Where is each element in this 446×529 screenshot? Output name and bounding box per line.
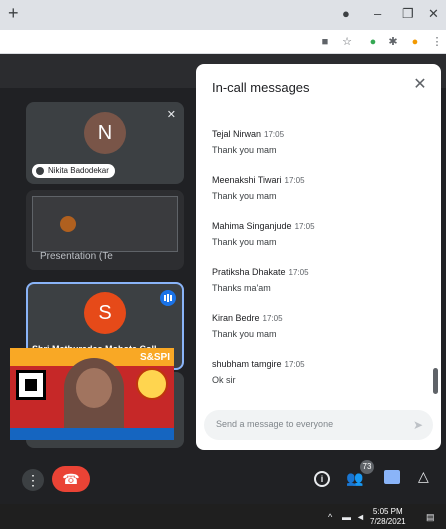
avatar: S [84, 292, 126, 334]
message-text: Thanks ma'am [212, 283, 271, 293]
more-options-button[interactable]: ⋮ [22, 469, 44, 491]
message-sender: Kiran Bedre [212, 313, 260, 323]
message-time: 17:05 [262, 314, 283, 323]
participant-name-chip: Nikita Badodekar [32, 164, 115, 178]
close-icon[interactable]: ✕ [411, 76, 429, 94]
participant-name: Nikita Badodekar [48, 166, 109, 175]
message-sender: shubham tamgire [212, 359, 282, 369]
presentation-preview [32, 196, 178, 252]
close-window-icon[interactable]: ✕ [428, 6, 439, 22]
message-time: 17:05 [264, 130, 285, 139]
message-text: Thank you mam [212, 237, 277, 247]
message-time: 17:05 [284, 176, 305, 185]
browser-tabstrip: + ● – ❐ ✕ [0, 0, 446, 30]
record-icon[interactable]: ● [342, 6, 350, 21]
taskbar-date: 7/28/2021 [370, 517, 406, 526]
poster-text: S&SPI [139, 352, 170, 363]
message-text: Ok sir [212, 375, 236, 385]
message-text: Thank you mam [212, 145, 277, 155]
chat-message: Kiran Bedre 17:05 Thank you mam [212, 308, 412, 339]
chat-icon[interactable] [384, 470, 400, 484]
windows-taskbar: ^ ▬ ◄ 5:05 PM 7/28/2021 ▤ [0, 504, 446, 529]
presentation-tile[interactable]: Presentation (Te [26, 190, 184, 270]
message-sender: Mahima Singanjude [212, 221, 292, 231]
message-time: 17:05 [294, 222, 315, 231]
puzzle-icon[interactable]: ✱ [386, 35, 400, 49]
participant-count-badge: 73 [360, 460, 374, 474]
message-time: 17:05 [284, 360, 305, 369]
chat-panel: In-call messages ✕ Tejal Nirwan 17:05 Tha… [196, 64, 441, 450]
meeting-area: ✕ N Nikita Badodekar Presentation (Te S … [0, 54, 446, 504]
chat-message: Meenakshi Tiwari 17:05 Thank you mam [212, 170, 412, 201]
chat-title: In-call messages [212, 80, 310, 95]
meeting-details-icon[interactable]: i [314, 471, 330, 487]
chat-scrollbar[interactable] [433, 368, 438, 394]
message-sender: Pratiksha Dhakate [212, 267, 286, 277]
browser-toolbar: ■ ☆ ● ✱ ● ⋮ [0, 30, 446, 54]
poster-footer [10, 428, 174, 440]
network-icon[interactable]: ▬ [342, 512, 351, 522]
taskbar-time: 5:05 PM [372, 507, 403, 516]
message-text: Thank you mam [212, 329, 277, 339]
chat-message: Pratiksha Dhakate 17:05 Thanks ma'am [212, 262, 412, 293]
message-time: 17:05 [288, 268, 309, 277]
qr-code-image [16, 370, 46, 400]
mic-off-icon: ✕ [166, 109, 176, 121]
minimize-icon[interactable]: – [374, 6, 381, 21]
people-icon[interactable]: 👥 [346, 470, 363, 487]
notification-icon[interactable]: ▤ [426, 512, 435, 523]
chat-input-placeholder: Send a message to everyone [216, 419, 334, 429]
camera-icon[interactable]: ■ [318, 35, 332, 49]
message-sender: Tejal Nirwan [212, 129, 262, 139]
message-sender: Meenakshi Tiwari [212, 175, 282, 185]
chat-message: shubham tamgire 17:05 Ok sir [212, 354, 412, 385]
tray-chevron-icon[interactable]: ^ [328, 512, 332, 522]
volume-icon[interactable]: ◄ [356, 512, 365, 522]
seal-logo [136, 368, 168, 400]
bookmark-star-icon[interactable]: ☆ [340, 35, 354, 49]
chat-message: Tejal Nirwan 17:05 Thank you mam [212, 124, 412, 155]
restore-icon[interactable]: ❐ [402, 6, 414, 22]
menu-kebab-icon[interactable]: ⋮ [430, 35, 444, 49]
extension-icon[interactable]: ● [366, 35, 380, 49]
presenter-thumbnail [60, 216, 76, 232]
activities-icon[interactable]: △ [418, 468, 429, 485]
send-icon[interactable]: ➤ [413, 418, 423, 432]
message-text: Thank you mam [212, 191, 277, 201]
taskbar-clock[interactable]: 5:05 PM 7/28/2021 [370, 507, 406, 527]
profile-avatar-icon[interactable]: ● [408, 35, 422, 49]
participant-tile-nikita[interactable]: ✕ N Nikita Badodekar [26, 102, 184, 184]
presentation-label: Presentation (Te [40, 251, 113, 262]
leave-call-button[interactable]: ☎ [52, 466, 90, 492]
person-icon [36, 167, 44, 175]
chat-message-input[interactable]: Send a message to everyone ➤ [204, 410, 433, 440]
avatar: N [84, 112, 126, 154]
chat-message: Mahima Singanjude 17:05 Thank you mam [212, 216, 412, 247]
new-tab-icon[interactable]: + [8, 3, 19, 24]
speaking-indicator-icon [160, 290, 176, 306]
presenter-video-overlay: S&SPI [10, 348, 174, 440]
